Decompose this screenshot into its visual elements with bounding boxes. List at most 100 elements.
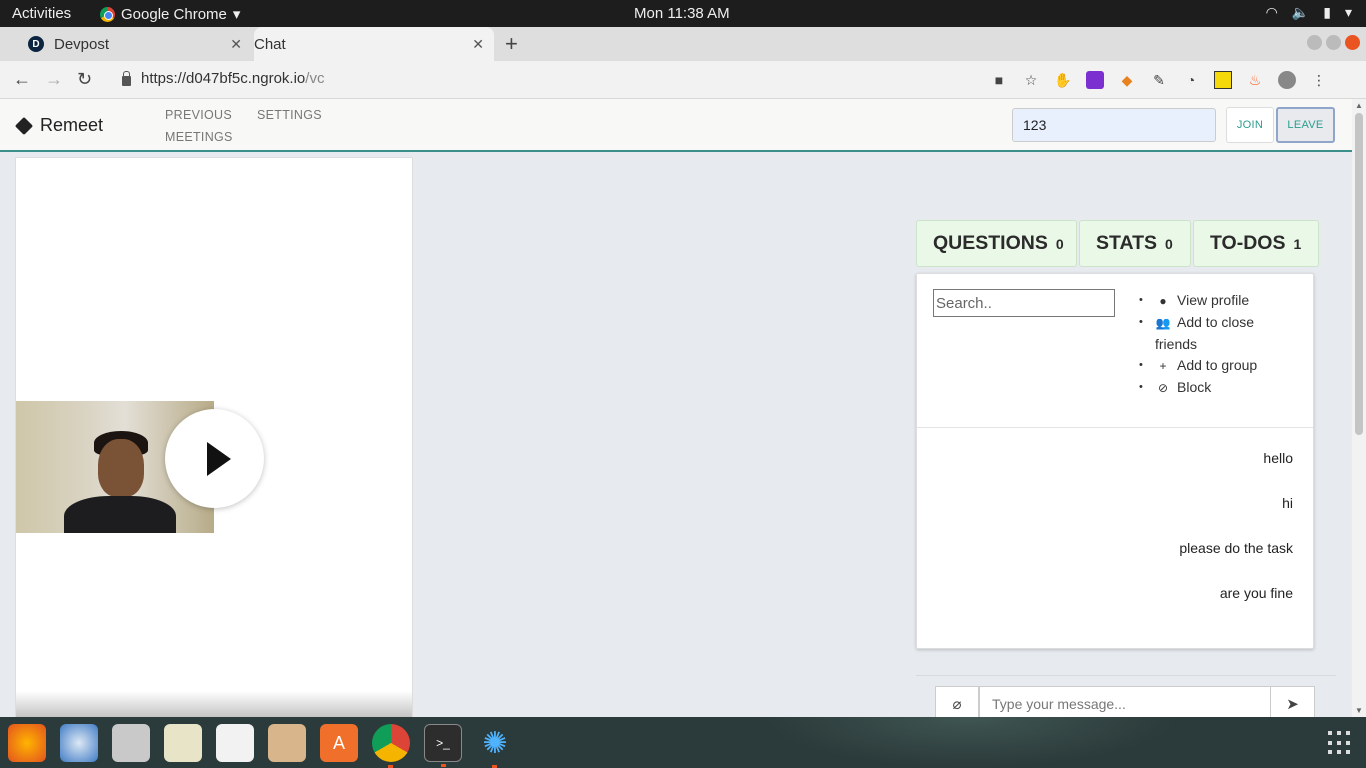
tab-questions[interactable]: QUESTIONS 0 (916, 220, 1077, 267)
yellow-extension-icon[interactable] (1214, 71, 1232, 89)
leave-button[interactable]: LEAVE (1276, 107, 1335, 143)
tab-stats[interactable]: STATS 0 (1079, 220, 1191, 267)
lock-icon (122, 70, 131, 86)
browser-tab-strip: D Devpost ✕ Chat ✕ + (0, 27, 1366, 140)
more-vert-icon[interactable]: ⋮ (1310, 71, 1328, 89)
plus-icon: + (1159, 359, 1167, 373)
activities-button[interactable]: Activities (12, 5, 71, 22)
play-button[interactable] (165, 409, 264, 508)
message-list: hello hi please do the task are you fine (1179, 450, 1293, 630)
paperclip-icon[interactable]: ⌀ (935, 686, 979, 717)
address-bar[interactable]: https://d047bf5c.ngrok.io/vc (122, 70, 324, 87)
system-top-bar: Activities Google Chrome ▾ Mon 11:38 AM … (0, 0, 1366, 27)
menu-item-add-to-group[interactable]: + Add to group (1139, 355, 1299, 377)
back-arrow-icon[interactable]: ← (13, 69, 31, 90)
page-content: Remeet PREVIOUS MEETINGS SETTINGS JOIN L… (0, 99, 1352, 717)
chevron-down-icon: ▾ (1344, 4, 1352, 20)
close-window-icon[interactable] (1345, 35, 1360, 50)
rhythmbox-icon[interactable] (164, 724, 202, 762)
star-icon[interactable]: ☆ (1022, 71, 1040, 89)
browser-tab-chat[interactable]: Chat ✕ (254, 27, 494, 140)
battery-icon: ▮ (1323, 4, 1331, 20)
send-icon[interactable]: ➤ (1270, 686, 1315, 717)
firefox-icon[interactable] (8, 724, 46, 762)
scrollbar-thumb[interactable] (1355, 113, 1363, 435)
webcam-body (64, 496, 176, 533)
splash-app-icon[interactable]: ✺ (476, 724, 514, 768)
metamask-icon[interactable]: ◆ (1118, 71, 1136, 89)
chat-card: ● View profile 👥Add to close friends + Add… (916, 273, 1314, 649)
tab-count: 1 (1293, 235, 1302, 252)
menu-item-label: Add to group (1177, 357, 1258, 373)
play-icon (206, 441, 231, 476)
user-actions-menu: ● View profile 👥Add to close friends + Add… (1139, 290, 1299, 399)
scroll-up-arrow-icon[interactable]: ▲ (1355, 101, 1363, 110)
app-menu[interactable]: Google Chrome ▾ (100, 5, 240, 23)
browser-tab-devpost[interactable]: D Devpost ✕ (12, 27, 252, 61)
tab-count: 0 (1165, 235, 1173, 252)
chat-message: are you fine (1219, 585, 1293, 601)
menu-item-add-close-friends[interactable]: 👥Add to close friends (1139, 312, 1299, 355)
clock[interactable]: Mon 11:38 AM (634, 5, 730, 22)
eyedropper-icon[interactable]: ✎ (1150, 71, 1168, 89)
new-tab-button[interactable]: + (505, 31, 518, 57)
writer-icon[interactable] (216, 724, 254, 762)
webcam-face (98, 439, 144, 497)
cube-extension-icon[interactable] (1086, 71, 1104, 89)
panel-fade (16, 691, 412, 717)
file-cabinet-icon[interactable] (112, 724, 150, 762)
menu-item-view-profile[interactable]: ● View profile (1139, 290, 1299, 312)
panel-tabs: QUESTIONS 0 STATS 0 TO-DOS 1 (916, 220, 1319, 267)
camera-icon[interactable]: ■ (990, 71, 1008, 89)
files-icon[interactable] (268, 724, 306, 762)
close-icon[interactable]: ✕ (472, 36, 484, 53)
app-menu-label: Google Chrome (121, 5, 227, 23)
chat-message: please do the task (1179, 540, 1293, 556)
join-button[interactable]: JOIN (1226, 107, 1274, 143)
maximize-icon[interactable] (1326, 35, 1341, 50)
divider (917, 427, 1313, 428)
nav-previous-meetings[interactable]: PREVIOUS MEETINGS (165, 104, 235, 148)
speedometer-icon[interactable]: ◔ (1182, 71, 1200, 89)
dock: A >_ ✺ (0, 717, 1366, 768)
wallpaper (760, 717, 1180, 768)
users-icon: 👥 (1155, 316, 1171, 330)
message-input[interactable] (979, 686, 1271, 717)
tab-label: STATS (1096, 232, 1158, 254)
tab-todos[interactable]: TO-DOS 1 (1193, 220, 1319, 267)
system-tray[interactable]: ◠ 🔈 ▮ ▾ (1266, 4, 1352, 21)
profile-avatar[interactable] (1278, 71, 1296, 89)
menu-item-label: View profile (1177, 292, 1250, 308)
chat-message: hi (1282, 495, 1293, 511)
thunderbird-icon[interactable] (60, 724, 98, 762)
menu-item-label: Block (1177, 379, 1212, 395)
menu-item-block[interactable]: ⊘ Block (1139, 377, 1299, 399)
chevron-down-icon: ▾ (232, 6, 241, 23)
room-id-input[interactable] (1012, 108, 1216, 142)
message-composer: ⌀ ➤ (916, 675, 1336, 717)
volume-icon: 🔈 (1291, 4, 1310, 20)
fire-icon[interactable]: ♨ (1246, 71, 1264, 89)
chrome-icon[interactable] (372, 724, 410, 768)
extensions-bar: ■ ☆ ✋ ◆ ✎ ◔ ♨ ⋮ (990, 71, 1328, 89)
search-input[interactable] (933, 289, 1115, 317)
gnome-extension-icon[interactable]: ✋ (1054, 71, 1072, 89)
scroll-down-arrow-icon[interactable]: ▼ (1355, 706, 1363, 715)
tab-label: TO-DOS (1210, 232, 1286, 254)
page-scrollbar[interactable]: ▲ ▼ (1352, 99, 1366, 717)
close-icon[interactable]: ✕ (230, 36, 242, 53)
user-circle-icon: ● (1159, 294, 1167, 308)
brand-name: Remeet (40, 115, 104, 135)
brand-logo[interactable]: Remeet (14, 115, 104, 136)
tab-label: QUESTIONS (933, 232, 1048, 254)
terminal-icon[interactable]: >_ (424, 724, 462, 767)
nav-settings[interactable]: SETTINGS (257, 104, 322, 126)
minimize-icon[interactable] (1307, 35, 1322, 50)
tab-title: Chat (254, 35, 286, 53)
software-center-icon[interactable]: A (320, 724, 358, 762)
reload-icon[interactable]: ↻ (77, 69, 92, 90)
app-grid-icon[interactable] (1328, 731, 1352, 755)
forward-arrow-icon[interactable]: → (45, 69, 63, 90)
chat-message: hello (1263, 450, 1293, 466)
dock-apps: A >_ ✺ (8, 724, 514, 768)
